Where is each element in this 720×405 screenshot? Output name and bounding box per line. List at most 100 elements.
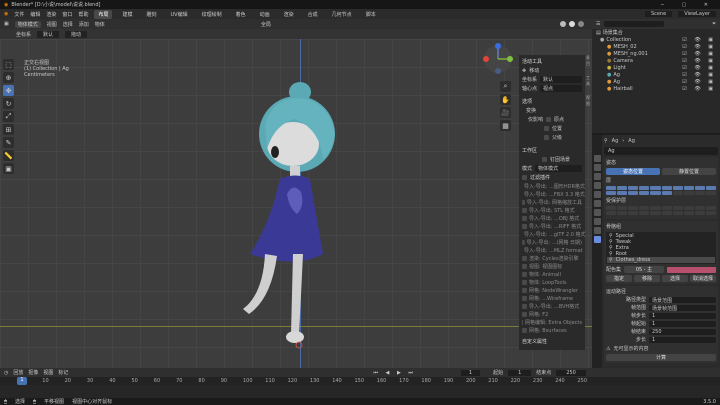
- orientation-select[interactable]: 全局: [261, 21, 271, 28]
- addon-checkbox[interactable]: [522, 296, 527, 301]
- data-name-field[interactable]: Ag: [604, 147, 718, 155]
- workspace-tab-0[interactable]: 布局: [94, 9, 113, 19]
- workspace-tab-6[interactable]: 动画: [256, 10, 274, 19]
- outliner-search[interactable]: [604, 21, 665, 27]
- motion-row-field[interactable]: 场景帧范围: [649, 304, 716, 312]
- scene-collection-row[interactable]: ▤ 场景集合: [592, 29, 720, 37]
- motion-paths-header[interactable]: 运动路径: [606, 288, 716, 295]
- scale-tool-icon[interactable]: ⤢: [3, 111, 14, 122]
- window-controls[interactable]: ─ ▢ ✕: [661, 2, 720, 8]
- addon-checkbox[interactable]: [522, 272, 527, 277]
- addon-checkbox[interactable]: [522, 312, 527, 317]
- addon-checkbox[interactable]: [522, 304, 527, 309]
- filter-icon[interactable]: ⏷: [712, 21, 720, 27]
- color-swatch[interactable]: [667, 266, 716, 273]
- layers-grid[interactable]: [606, 186, 716, 195]
- addon-checkbox[interactable]: [522, 200, 525, 205]
- scene-select[interactable]: Scene: [644, 11, 673, 17]
- assign-button-3[interactable]: 取消选择: [690, 275, 716, 282]
- addon-checkbox[interactable]: [522, 208, 527, 213]
- visibility-eye-icon[interactable]: ☑ 👁 ▣: [682, 86, 720, 92]
- motion-row-field[interactable]: 1: [649, 312, 716, 319]
- addon-checkbox[interactable]: [522, 216, 527, 221]
- workspace-tab-9[interactable]: 几何节点: [328, 10, 356, 19]
- viewport-menu-2[interactable]: 添加: [79, 21, 89, 28]
- transform-select[interactable]: 默认: [37, 30, 60, 38]
- menu-4[interactable]: 帮助: [78, 11, 88, 18]
- timeline-menu-1[interactable]: 抠像: [28, 369, 38, 376]
- motion-row-field[interactable]: 250: [649, 328, 716, 335]
- workspace-tab-10[interactable]: 脚本: [362, 10, 380, 19]
- affect-parent-checkbox[interactable]: [544, 135, 549, 140]
- pin-scene-checkbox[interactable]: [542, 157, 547, 162]
- grid-view-icon[interactable]: ▦: [500, 120, 511, 131]
- visibility-eye-icon[interactable]: ☑ 👁 ▣: [682, 37, 720, 43]
- 3d-viewport[interactable]: ▣ 物体模式 视图 选择 添加 物体 全局 坐标系 默认 拖动 正交右视图 (1) Co…: [0, 19, 592, 368]
- visibility-eye-icon[interactable]: ☑ 👁 ▣: [682, 51, 720, 57]
- world-tab-icon[interactable]: [593, 200, 601, 207]
- view-layer-tab-icon[interactable]: [593, 182, 601, 189]
- orientation-field[interactable]: 默认: [540, 76, 582, 83]
- addon-checkbox[interactable]: [522, 288, 527, 293]
- viewport-menu-1[interactable]: 选择: [63, 21, 73, 28]
- outliner-row[interactable]: ● Light ☑ 👁 ▣: [592, 64, 720, 71]
- timeline-menu-2[interactable]: 视图: [43, 369, 53, 376]
- pan-hand-icon[interactable]: ✋: [500, 94, 511, 105]
- addon-checkbox[interactable]: [522, 224, 527, 229]
- camera-view-icon[interactable]: 🎥: [500, 107, 511, 118]
- modifier-tab-icon[interactable]: [593, 218, 601, 225]
- bone-groups-header[interactable]: 骨骼组: [606, 223, 716, 230]
- pose-header[interactable]: 姿态: [606, 159, 716, 166]
- motion-row-field[interactable]: 场景范围: [649, 296, 716, 304]
- outliner-row[interactable]: ● Collection ☑ 👁 ▣: [592, 36, 720, 43]
- assign-button-1[interactable]: 移除: [634, 275, 660, 282]
- pose-position-button[interactable]: 姿态位置: [606, 168, 660, 175]
- workspace-tab-3[interactable]: UV编辑: [167, 10, 192, 19]
- motion-row-field[interactable]: 1: [649, 336, 716, 343]
- menu-3[interactable]: 窗口: [62, 11, 72, 18]
- character-model[interactable]: [235, 74, 355, 359]
- outliner-row[interactable]: ● Ag ☑ 👁 ▣: [592, 78, 720, 85]
- mode-field[interactable]: 物体模式: [535, 165, 582, 172]
- timeline-menu-0[interactable]: 回放: [13, 369, 23, 376]
- motion-row-field[interactable]: 1: [649, 320, 716, 327]
- menu-1[interactable]: 编辑: [30, 11, 40, 18]
- cursor-tool-icon[interactable]: ⊕: [3, 72, 14, 83]
- end-field[interactable]: 250: [556, 369, 586, 376]
- outliner-row[interactable]: ● Ag ☑ 👁 ▣: [592, 71, 720, 78]
- render-tab-icon[interactable]: [593, 164, 601, 171]
- workspace-tab-7[interactable]: 渲染: [280, 10, 298, 19]
- visibility-eye-icon[interactable]: ☑ 👁 ▣: [682, 44, 720, 50]
- snap-select[interactable]: 拖动: [65, 30, 88, 38]
- addon-checkbox[interactable]: [522, 280, 527, 285]
- mode-select[interactable]: 物体模式: [14, 20, 41, 28]
- addon-checkbox[interactable]: [522, 256, 527, 261]
- transform-tool-icon[interactable]: ⊞: [3, 124, 14, 135]
- protected-layers-grid[interactable]: [606, 206, 716, 215]
- start-field[interactable]: 1: [508, 369, 532, 376]
- active-tool-header[interactable]: 活动工具: [522, 58, 582, 65]
- workspace-tab-2[interactable]: 雕刻: [142, 10, 160, 19]
- addons-filter-checkbox[interactable]: [522, 175, 527, 180]
- assign-button-2[interactable]: 选择: [662, 275, 688, 282]
- addon-checkbox[interactable]: [522, 328, 527, 333]
- options-header[interactable]: 选项: [522, 98, 582, 105]
- playback-controls[interactable]: ⏮ ◀ ▶ ⏭: [373, 370, 415, 376]
- color-set-select[interactable]: 05 - 主: [624, 266, 665, 273]
- constraint-tab-icon[interactable]: [593, 227, 601, 234]
- workspace-tab-4[interactable]: 纹理绘制: [198, 10, 226, 19]
- menu-2[interactable]: 渲染: [46, 11, 56, 18]
- menu-0[interactable]: 文件: [14, 11, 24, 18]
- current-frame-indicator[interactable]: 1: [17, 377, 27, 385]
- assign-button-0[interactable]: 指定: [606, 275, 632, 282]
- object-tab-icon[interactable]: [593, 209, 601, 216]
- outliner-row[interactable]: ● MESH_ng.001 ☑ 👁 ▣: [592, 50, 720, 57]
- pivot-field[interactable]: 视点: [540, 85, 582, 92]
- blender-menu-icon[interactable]: ◉: [4, 11, 8, 17]
- viewport-menu-3[interactable]: 物体: [95, 21, 105, 28]
- outliner-editor-icon[interactable]: ☰: [596, 21, 600, 27]
- visibility-eye-icon[interactable]: ☑ 👁 ▣: [682, 65, 720, 71]
- workspace-header[interactable]: 工作区: [522, 147, 582, 154]
- measure-tool-icon[interactable]: 📏: [3, 150, 14, 161]
- affect-location-checkbox[interactable]: [544, 126, 549, 131]
